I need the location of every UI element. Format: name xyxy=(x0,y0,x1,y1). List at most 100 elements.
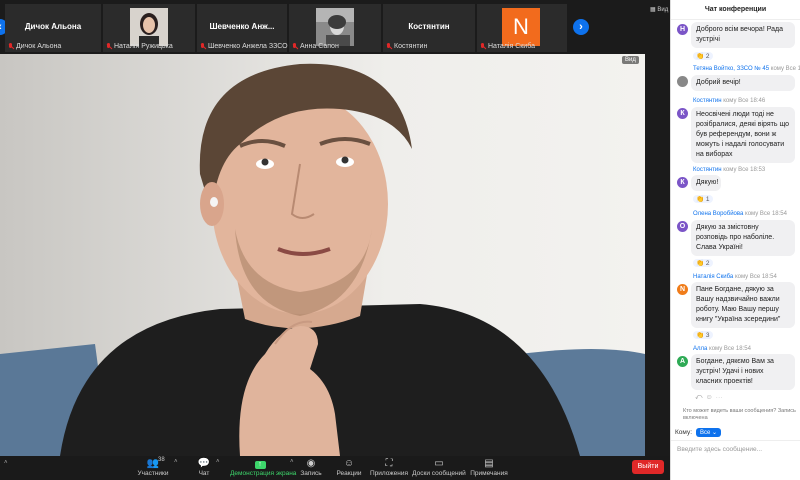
sender-name: Олена Воробйова xyxy=(693,211,744,217)
participants-label: Участники xyxy=(137,470,169,477)
recipient: кому Все xyxy=(723,98,749,104)
recipient: кому Все xyxy=(745,211,771,217)
mic-muted-icon xyxy=(386,43,392,50)
recipient-row: Кому: Все ⌄ xyxy=(675,428,722,437)
speaker-video-frame xyxy=(0,54,645,456)
mic-muted-icon xyxy=(8,43,14,50)
participant-label: Шевченко Анжела ЗЗСО ... xyxy=(208,43,296,50)
message-actions[interactable]: ⤺☺⋯ xyxy=(695,394,726,402)
reply-icon[interactable]: ⤺ xyxy=(695,394,705,401)
participant-label: Костянтин xyxy=(394,43,428,50)
notes-button[interactable]: ▤ Примечания xyxy=(462,456,516,480)
more-icon[interactable]: ⋯ xyxy=(716,394,726,401)
emoji-icon[interactable]: ☺ xyxy=(705,394,715,401)
participant-photo xyxy=(316,8,354,46)
recipient: кому Все xyxy=(723,167,749,173)
timestamp: 18:53 xyxy=(750,167,766,173)
to-label: Кому: xyxy=(675,429,692,436)
participant-strip: ‹ Дичок Альона Дичок Альона Наталія Ружи… xyxy=(0,0,670,54)
sender-name: Алла xyxy=(693,346,708,352)
whiteboards-icon: ▭ xyxy=(434,458,444,469)
reaction-badge[interactable]: 👏 3 xyxy=(693,331,713,339)
message-text[interactable]: Неосвічені люди тоді не розібралися, дея… xyxy=(691,107,795,163)
meeting-toolbar: ˄ 👥 Участники 38 ˄ 💬 Чат ˄ ↑ Демонстраци… xyxy=(0,456,670,480)
view-button[interactable]: ▦ Вид xyxy=(650,6,668,13)
notes-label: Примечания xyxy=(470,470,508,477)
mic-muted-icon xyxy=(480,43,486,50)
participant-name: Костянтин xyxy=(408,22,450,31)
recipient: кому Все xyxy=(770,66,796,72)
apps-button[interactable]: ⛶ Приложения xyxy=(362,456,416,480)
sender-avatar: К xyxy=(677,177,688,188)
message-text[interactable]: Дякую за змістовну розповідь про наболіл… xyxy=(691,220,795,256)
chat-panel: Чат конференции Н Доброго всім вечора! Р… xyxy=(670,0,800,480)
participants-icon: 👥 xyxy=(146,458,160,469)
chat-input[interactable]: Введите здесь сообщение... xyxy=(671,440,800,480)
chat-label: Чат xyxy=(198,470,210,477)
participant-label: Анна Сапон xyxy=(300,43,339,50)
chevron-down-icon: ⌄ xyxy=(712,430,718,436)
participants-button[interactable]: 👥 Участники xyxy=(126,456,180,480)
mic-muted-icon xyxy=(200,43,206,50)
recipient-select[interactable]: Все ⌄ xyxy=(696,428,722,437)
sender-name: Наталія Скиба xyxy=(693,274,734,280)
timestamp: 18:54 xyxy=(761,274,777,280)
participant-tile[interactable]: Анна Сапон xyxy=(289,4,381,52)
video-area: ‹ Дичок Альона Дичок Альона Наталія Ружи… xyxy=(0,0,670,480)
timestamp: 18:46 xyxy=(750,98,766,104)
message-text[interactable]: Добрий вечір! xyxy=(691,75,795,91)
participant-tile[interactable]: Наталія Ружицька xyxy=(103,4,195,52)
sender-avatar: К xyxy=(677,108,688,119)
reaction-badge[interactable]: 👏 1 xyxy=(693,195,713,203)
participant-label: Наталія Ружицька xyxy=(114,43,173,50)
sender-avatar: N xyxy=(677,284,688,295)
participant-label: Дичок Альона xyxy=(16,43,62,50)
participant-tile[interactable]: Дичок Альона Дичок Альона xyxy=(5,4,101,52)
reaction-badge[interactable]: 👏 2 xyxy=(693,52,713,60)
sender-name: Тетяна Войтко, ЗЗСО № 45 xyxy=(693,66,770,72)
sender-avatar: Н xyxy=(677,24,688,35)
caret-icon[interactable]: ˄ xyxy=(216,459,220,465)
apps-icon: ⛶ xyxy=(385,458,393,469)
timestamp: 18:54 xyxy=(735,346,751,352)
leave-button[interactable]: Выйти xyxy=(632,460,664,474)
notes-icon: ▤ xyxy=(484,458,494,469)
share-screen-label: Демонстрация экрана xyxy=(230,470,297,477)
participant-tile[interactable]: Шевченко Анж... Шевченко Анжела ЗЗСО ... xyxy=(197,4,295,52)
share-screen-icon: ↑ xyxy=(254,461,266,469)
participant-name: Дичок Альона xyxy=(24,22,82,31)
grid-icon: ▦ xyxy=(650,7,656,13)
video-view-badge[interactable]: Вид xyxy=(622,56,639,64)
caret-icon[interactable]: ˄ xyxy=(4,460,8,466)
sender-avatar-photo xyxy=(677,76,688,87)
participant-tile[interactable]: N Наталія Скиба xyxy=(477,4,567,52)
view-label: Вид xyxy=(657,7,669,13)
share-screen-button[interactable]: ↑ Демонстрация экрана xyxy=(230,456,297,480)
active-speaker-video xyxy=(0,54,645,456)
privacy-note[interactable]: Кто может видеть ваши сообщения? Запись … xyxy=(683,408,800,422)
participant-initial-avatar: N xyxy=(502,8,540,46)
message-text[interactable]: Богдане, дякємо Вам за зустріч! Удачі і … xyxy=(691,354,795,390)
chat-title: Чат конференции xyxy=(671,0,800,20)
recipient: кому Все xyxy=(734,274,761,280)
mic-muted-icon xyxy=(292,43,298,50)
chat-button[interactable]: 💬 Чат xyxy=(177,456,231,480)
message-text[interactable]: Дякую! xyxy=(691,175,721,191)
apps-label: Приложения xyxy=(369,470,409,477)
whiteboards-button[interactable]: ▭ Доски сообщений xyxy=(410,456,468,480)
chat-icon: 💬 xyxy=(197,458,211,469)
reaction-badge[interactable]: 👏 2 xyxy=(693,259,713,267)
participant-tile[interactable]: Костянтин Костянтин xyxy=(383,4,475,52)
next-page-button[interactable]: › xyxy=(573,19,589,35)
message-text[interactable]: Доброго всім вечора! Рада зустрічі xyxy=(691,22,795,48)
participant-label: Наталія Скиба xyxy=(488,43,535,50)
sender-avatar: А xyxy=(677,356,688,367)
sender-avatar: О xyxy=(677,221,688,232)
mic-muted-icon xyxy=(106,43,112,50)
sender-name: Костянтин xyxy=(693,98,722,104)
whiteboards-label: Доски сообщений xyxy=(412,470,466,477)
message-text[interactable]: Пане Богдане, дякую за Вашу надзвичайно … xyxy=(691,282,795,328)
participant-photo xyxy=(130,8,168,46)
timestamp: 18:54 xyxy=(771,211,787,217)
participants-count: 38 xyxy=(158,457,165,463)
